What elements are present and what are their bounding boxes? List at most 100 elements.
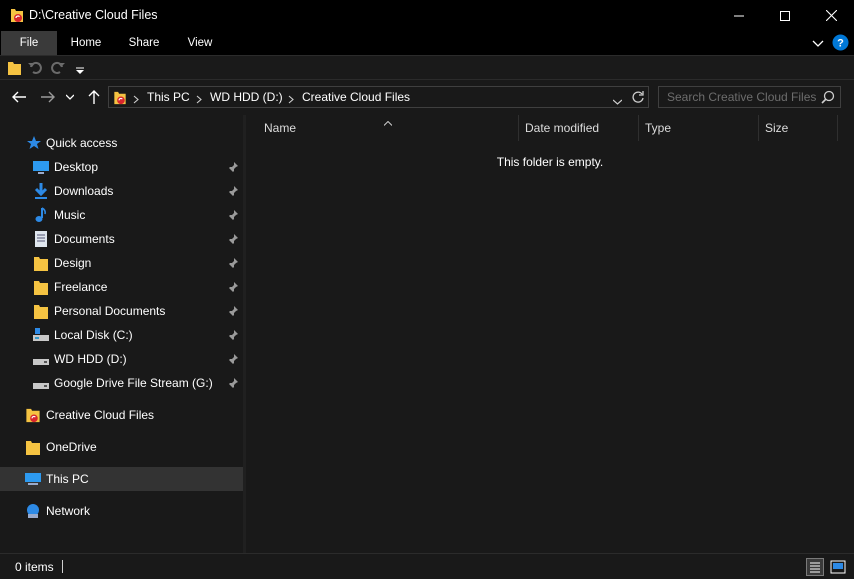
sidebar-item-label: Music (54, 208, 86, 222)
sidebar-item-label: OneDrive (46, 440, 97, 454)
column-header-type[interactable]: Type (639, 115, 759, 141)
downloads-icon (33, 183, 49, 199)
sidebar-item-label: WD HDD (D:) (54, 352, 127, 366)
pin-icon[interactable] (228, 329, 238, 343)
sidebar-item-label: Google Drive File Stream (G:) (54, 376, 213, 390)
sidebar-item-label: Desktop (54, 160, 99, 174)
pin-icon[interactable] (228, 161, 238, 175)
file-list: Name Date modified Type Size This folder… (246, 115, 854, 553)
pin-icon[interactable] (228, 305, 238, 319)
sidebar-item-wd-hdd-d[interactable]: WD HDD (D:) (0, 347, 243, 371)
maximize-button[interactable] (762, 0, 808, 31)
pin-icon[interactable] (228, 233, 238, 247)
sidebar-item-label: Network (46, 504, 91, 518)
forward-arrow-icon (41, 91, 55, 103)
folder-icon (33, 255, 49, 271)
sidebar-item-network[interactable]: Network (0, 499, 243, 523)
sidebar-item-label: This PC (46, 472, 89, 486)
desktop-icon (33, 159, 49, 175)
breadcrumb-this-pc[interactable]: This PC (147, 90, 190, 104)
recent-locations-button[interactable] (63, 87, 77, 107)
search-input[interactable]: Search Creative Cloud Files (658, 86, 841, 108)
search-icon[interactable] (821, 90, 835, 107)
tab-share[interactable]: Share (118, 31, 170, 55)
window-title: D:\Creative Cloud Files (29, 8, 158, 22)
pin-icon[interactable] (228, 353, 238, 367)
sidebar-item-label: Freelance (54, 280, 108, 294)
breadcrumb-creative-cloud-files[interactable]: Creative Cloud Files (302, 90, 410, 104)
pin-icon[interactable] (228, 377, 238, 391)
sidebar-item-creative-cloud-files[interactable]: Creative Cloud Files (0, 403, 243, 427)
chevron-down-icon (66, 94, 74, 100)
expand-ribbon-icon[interactable] (812, 37, 824, 51)
close-button[interactable] (808, 0, 854, 31)
chevron-right-icon[interactable] (133, 93, 139, 107)
ribbon-tabs: File Home Share View ? (0, 31, 854, 55)
title-bar: D:\Creative Cloud Files (0, 0, 854, 31)
sidebar-item-quick-access[interactable]: Quick access (0, 131, 243, 155)
pin-icon[interactable] (228, 281, 238, 295)
sidebar-item-this-pc[interactable]: This PC (0, 467, 243, 491)
breadcrumb-wd-hdd[interactable]: WD HDD (D:) (210, 90, 283, 104)
column-header-date-modified[interactable]: Date modified (519, 115, 639, 141)
sidebar-item-label: Quick access (46, 136, 118, 150)
pin-icon[interactable] (228, 209, 238, 223)
help-icon[interactable]: ? (832, 34, 849, 54)
drive-icon (33, 351, 49, 367)
chevron-right-icon[interactable] (288, 93, 294, 107)
minimize-icon (734, 15, 744, 16)
back-arrow-icon (12, 91, 26, 103)
chevron-right-icon[interactable] (196, 93, 202, 107)
sidebar-item-downloads[interactable]: Downloads (0, 179, 243, 203)
forward-button[interactable] (38, 87, 58, 107)
network-icon (25, 503, 41, 519)
navigation-pane: Quick access Desktop Downloads Music Doc… (0, 115, 243, 553)
documents-icon (33, 231, 49, 247)
search-placeholder: Search Creative Cloud Files (667, 90, 817, 104)
address-dropdown-icon[interactable] (612, 94, 623, 108)
address-bar[interactable]: This PC WD HDD (D:) Creative Cloud Files (108, 86, 649, 108)
music-icon (33, 207, 49, 223)
minimize-button[interactable] (716, 0, 762, 31)
column-header-name[interactable]: Name (258, 115, 519, 141)
sidebar-item-desktop[interactable]: Desktop (0, 155, 243, 179)
quick-access-toolbar (0, 55, 854, 80)
undo-icon[interactable] (28, 60, 42, 77)
pin-icon[interactable] (228, 185, 238, 199)
computer-icon (25, 471, 41, 487)
status-divider (62, 560, 63, 573)
creative-cloud-folder-icon (112, 89, 128, 109)
large-icons-view-icon (830, 560, 846, 574)
sidebar-item-label: Local Disk (C:) (54, 328, 133, 342)
item-count: 0 items (15, 560, 54, 574)
tab-view[interactable]: View (176, 31, 224, 55)
customize-toolbar-icon[interactable] (76, 64, 84, 78)
sidebar-item-local-disk-c[interactable]: Local Disk (C:) (0, 323, 243, 347)
sidebar-item-design[interactable]: Design (0, 251, 243, 275)
sidebar-item-label: Creative Cloud Files (46, 408, 155, 422)
sidebar-item-google-drive-g[interactable]: Google Drive File Stream (G:) (0, 371, 243, 395)
back-button[interactable] (9, 87, 29, 107)
sidebar-item-personal-documents[interactable]: Personal Documents (0, 299, 243, 323)
refresh-icon[interactable] (631, 90, 645, 107)
details-view-icon (806, 558, 824, 576)
tab-file[interactable]: File (1, 31, 57, 55)
sidebar-item-music[interactable]: Music (0, 203, 243, 227)
details-view-button[interactable] (806, 558, 824, 576)
sidebar-item-freelance[interactable]: Freelance (0, 275, 243, 299)
drive-icon (33, 327, 49, 343)
redo-icon[interactable] (51, 60, 65, 77)
column-header-size[interactable]: Size (759, 115, 838, 141)
star-icon (26, 135, 42, 151)
up-button[interactable] (84, 87, 104, 107)
properties-icon[interactable] (8, 60, 21, 78)
creative-cloud-folder-icon (9, 6, 25, 27)
tab-home[interactable]: Home (60, 31, 112, 55)
sidebar-item-label: Documents (54, 232, 115, 246)
sidebar-item-documents[interactable]: Documents (0, 227, 243, 251)
maximize-icon (780, 10, 790, 21)
pin-icon[interactable] (228, 257, 238, 271)
sidebar-item-onedrive[interactable]: OneDrive (0, 435, 243, 459)
large-icons-view-button[interactable] (829, 558, 847, 576)
folder-icon (33, 279, 49, 295)
